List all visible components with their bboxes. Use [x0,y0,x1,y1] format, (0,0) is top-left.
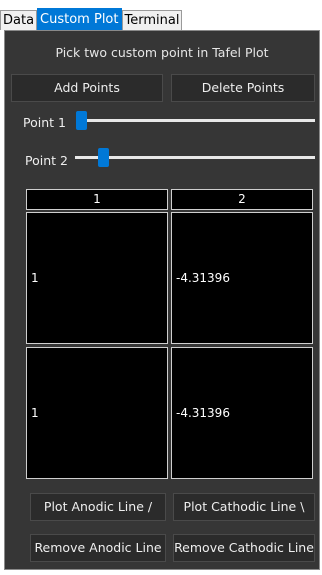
point-1-label: Point 1 [23,115,66,130]
point-1-slider-thumb[interactable] [76,111,87,130]
cell-value: -4.31396 [176,406,230,420]
tab-terminal[interactable]: Terminal [121,10,183,30]
plot-anodic-line-button[interactable]: Plot Anodic Line / [30,493,166,521]
tab-custom-plot[interactable]: Custom Plot [37,8,122,30]
cell-value: 1 [31,406,39,420]
plot-cathodic-line-button[interactable]: Plot Cathodic Line \ [173,493,315,521]
add-points-button[interactable]: Add Points [11,74,163,102]
table-cell-row1-col1[interactable]: 1 [26,212,168,344]
point-2-slider-track[interactable] [75,156,315,159]
table-cell-row2-col1[interactable]: 1 [26,347,168,479]
tab-data[interactable]: Data [0,10,38,30]
column-header-2[interactable]: 2 [171,189,313,210]
remove-anodic-line-button[interactable]: Remove Anodic Line [30,534,166,562]
point-2-label: Point 2 [25,153,68,168]
delete-points-button[interactable]: Delete Points [171,74,315,102]
remove-cathodic-line-button[interactable]: Remove Cathodic Line [173,534,315,562]
table-cell-row2-col2[interactable]: -4.31396 [171,347,313,479]
table-cell-row1-col2[interactable]: -4.31396 [171,212,313,344]
cell-value: -4.31396 [176,271,230,285]
point-2-slider-thumb[interactable] [98,148,109,167]
app-window: Data Custom Plot Terminal Pick two custo… [0,0,322,575]
cell-value: 1 [31,271,39,285]
column-header-1[interactable]: 1 [26,189,168,210]
points-table: 1 2 1 -4.31396 1 -4.31396 [26,189,313,502]
tab-bar: Data Custom Plot Terminal [0,8,183,30]
instruction-text: Pick two custom point in Tafel Plot [55,45,269,60]
point-1-slider-track[interactable] [77,119,315,122]
custom-plot-panel: Pick two custom point in Tafel Plot Add … [4,30,320,570]
